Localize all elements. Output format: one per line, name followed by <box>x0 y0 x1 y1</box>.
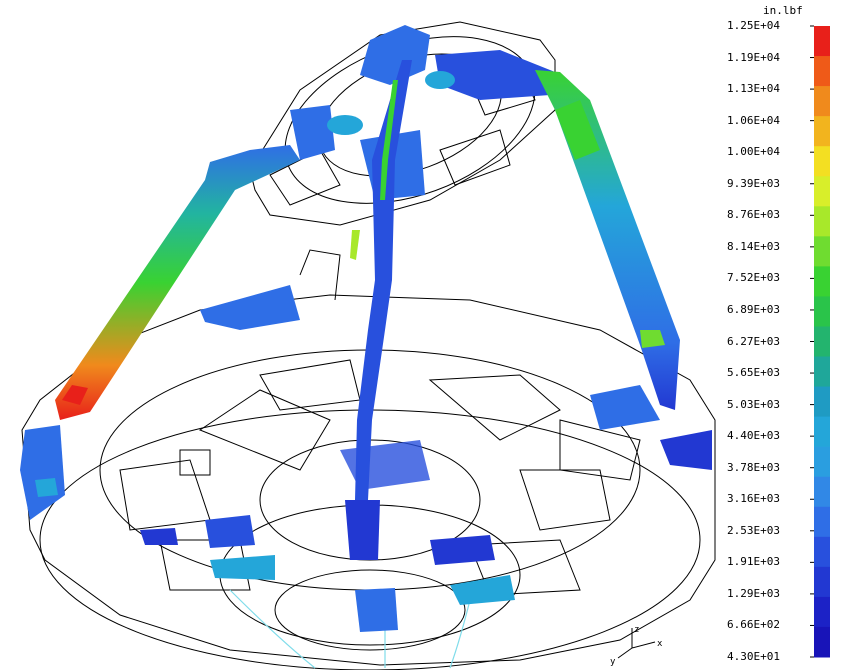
legend-swatch <box>814 296 830 327</box>
legend-label: 6.66E+02 <box>727 618 780 632</box>
legend-swatch <box>814 356 830 388</box>
fea-model-viewport[interactable]: z x y <box>0 0 843 670</box>
legend-swatch <box>814 56 830 87</box>
legend-label: 1.19E+04 <box>727 50 780 64</box>
legend-swatch <box>814 506 830 538</box>
legend-label: 4.30E+01 <box>727 650 780 663</box>
legend-swatch <box>814 386 830 418</box>
legend-unit: in.lbf <box>763 4 803 17</box>
legend-label: 2.53E+03 <box>727 523 780 537</box>
legend-label: 3.78E+03 <box>727 460 780 474</box>
legend-swatch <box>814 416 830 448</box>
axis-triad: z x y <box>610 625 663 667</box>
legend-swatch <box>814 326 830 358</box>
legend-swatch <box>814 176 830 207</box>
legend-label: 8.76E+03 <box>727 208 780 222</box>
legend-label: 8.14E+03 <box>727 239 780 253</box>
legend-swatch <box>814 116 830 147</box>
legend-swatch <box>814 266 830 297</box>
legend-swatch <box>814 446 830 478</box>
legend-label: 5.03E+03 <box>727 397 780 411</box>
strut-left <box>55 145 300 420</box>
upper-plate-stress <box>290 25 555 200</box>
legend-label: 1.29E+03 <box>727 586 780 600</box>
legend-swatch <box>814 476 830 508</box>
triad-y-label: y <box>610 657 616 667</box>
legend-label: 6.89E+03 <box>727 302 780 316</box>
legend-swatch <box>814 206 830 237</box>
legend-label: 1.91E+03 <box>727 555 780 569</box>
legend-label: 9.39E+03 <box>727 176 780 190</box>
legend-swatch <box>814 86 830 117</box>
legend-swatch <box>814 566 830 598</box>
strut-right <box>535 70 680 410</box>
legend-label: 7.52E+03 <box>727 271 780 285</box>
legend-swatch <box>814 536 830 568</box>
legend-label: 6.27E+03 <box>727 334 780 348</box>
cooling-lines <box>229 589 471 669</box>
legend-label: 1.13E+04 <box>727 82 780 96</box>
legend-swatch <box>814 26 830 57</box>
legend-swatch <box>814 596 830 628</box>
legend-swatch <box>814 626 830 658</box>
legend-swatch <box>814 146 830 177</box>
legend-label: 4.40E+03 <box>727 429 780 443</box>
legend-swatch <box>814 236 830 267</box>
legend-label: 1.00E+04 <box>727 145 780 159</box>
legend-label: 5.65E+03 <box>727 366 780 380</box>
legend-label: 1.06E+04 <box>727 113 780 127</box>
legend-label: 1.25E+04 <box>727 19 780 32</box>
triad-x-label: x <box>657 639 663 649</box>
triad-z-label: z <box>634 625 639 635</box>
legend-label: 3.16E+03 <box>727 492 780 506</box>
legend-color-bar <box>810 25 830 658</box>
